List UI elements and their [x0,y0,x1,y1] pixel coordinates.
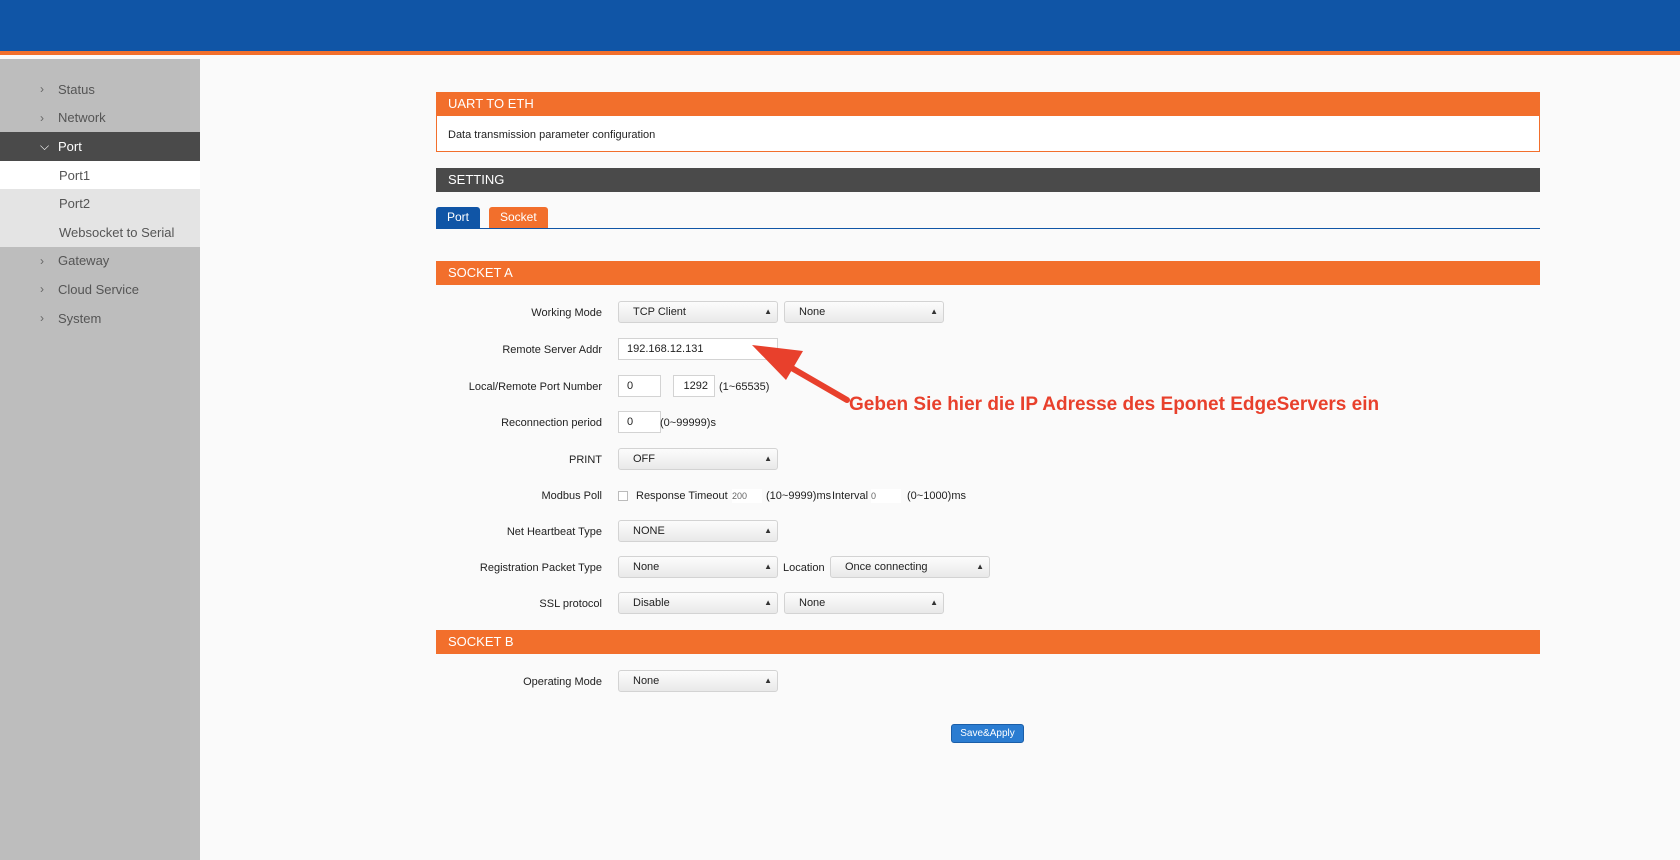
annotation-arrow-icon [752,345,850,403]
annotation-text: Geben Sie hier die IP Adresse des Eponet… [849,394,1380,415]
